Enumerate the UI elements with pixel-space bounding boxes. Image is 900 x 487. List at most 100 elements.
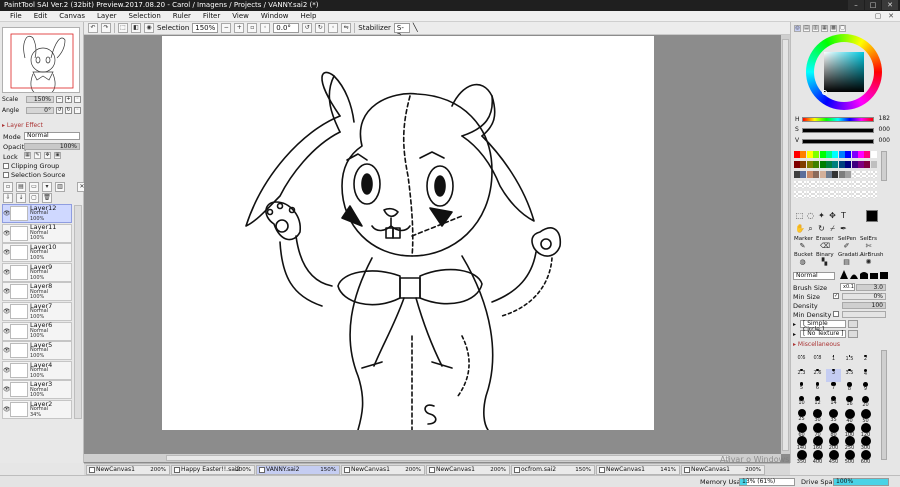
brush-size-preset[interactable]: 200 [826, 436, 841, 451]
palette-swatch[interactable] [813, 151, 820, 158]
palette-swatch[interactable] [794, 151, 800, 158]
palette-mode-icon[interactable]: ▦ [821, 25, 828, 32]
texture-expand-icon[interactable]: ▸ [793, 331, 796, 338]
selers-icon[interactable]: ✄ [864, 242, 873, 251]
eye-icon[interactable]: 👁 [3, 249, 11, 256]
brush-size-preset[interactable]: 300 [858, 436, 873, 451]
new-layer-set-icon[interactable]: ▤ [16, 182, 26, 192]
palette-swatch[interactable] [819, 151, 826, 158]
layer-row[interactable]: 👁 Layer4 Normal 100% [2, 360, 72, 380]
hue-slider[interactable] [802, 117, 874, 122]
selection-source-checkbox[interactable] [3, 172, 9, 178]
brush-size-preset[interactable]: 70 [810, 422, 825, 437]
document-tab[interactable]: Happy Easter!!.sai2 200% [171, 465, 255, 475]
clipping-group-checkbox[interactable] [3, 163, 9, 169]
miscellaneous-header[interactable]: ▸ Miscellaneous [793, 341, 840, 348]
edge-shape-2-icon[interactable] [850, 270, 858, 279]
brush-size-preset[interactable]: 450 [826, 449, 841, 464]
empty-palette-slot[interactable] [806, 181, 813, 188]
brush-size-preset[interactable]: 8 [842, 382, 857, 395]
brush-size-preset[interactable]: 120 [858, 422, 873, 437]
brush-size-preset[interactable]: 250 [842, 436, 857, 451]
palette-scrollbar[interactable] [881, 151, 887, 181]
toolbar-zoom-out-button[interactable]: − [221, 23, 232, 33]
selection-source-row[interactable]: Selection Source [3, 171, 65, 179]
empty-palette-slot[interactable] [870, 191, 877, 198]
palette-swatch[interactable] [870, 151, 877, 158]
palette-swatch[interactable] [845, 151, 852, 158]
layer-row[interactable]: 👁 Layer2 Normal 34% [2, 400, 72, 419]
merge-down-icon[interactable]: ⇩ [3, 193, 13, 203]
empty-palette-slot[interactable] [800, 191, 807, 198]
palette-swatch[interactable] [800, 151, 807, 158]
palette-swatch[interactable] [851, 151, 858, 158]
empty-palette-slot[interactable] [851, 171, 858, 178]
empty-palette-slot[interactable] [819, 191, 826, 198]
new-pen-layer-icon[interactable]: ▥ [55, 182, 65, 192]
clear-layer-icon[interactable]: ▢ [29, 193, 39, 203]
lock-all-icon[interactable]: ▣ [54, 152, 61, 159]
brush-shape-strength[interactable] [848, 320, 858, 328]
brush-size-preset[interactable]: 9 [858, 382, 873, 395]
brush-size-preset[interactable]: 160 [810, 436, 825, 451]
eye-icon[interactable]: 👁 [3, 230, 11, 237]
palette-swatch[interactable] [864, 161, 871, 168]
brush-size-preset[interactable]: 1.5 [842, 355, 857, 368]
transfer-down-icon[interactable]: ↓ [16, 193, 26, 203]
brush-size-preset[interactable]: 16 [842, 395, 857, 409]
menu-help[interactable]: Help [295, 11, 321, 21]
brush-size-preset[interactable]: 12 [810, 395, 825, 409]
brush-size-preset[interactable]: 140 [794, 436, 809, 451]
brush-size-preset[interactable]: 0.6 [794, 355, 809, 368]
blend-mode-select[interactable]: Normal [24, 132, 80, 140]
saturation-slider[interactable] [802, 128, 874, 133]
document-tab[interactable]: NewCanvas1 200% [341, 465, 425, 475]
palette-swatch[interactable] [858, 161, 864, 168]
empty-palette-slot[interactable] [858, 191, 864, 198]
empty-palette-slot[interactable] [845, 191, 852, 198]
empty-palette-slot[interactable] [826, 181, 832, 188]
toolbar-rotate-reset-button[interactable]: ◦ [328, 23, 339, 33]
lock-transparency-icon[interactable]: ▦ [24, 152, 31, 159]
eye-icon[interactable]: 👁 [3, 367, 11, 374]
document-tab[interactable]: NewCanvas1 200% [86, 465, 170, 475]
menu-layer[interactable]: Layer [92, 11, 122, 21]
toolbar-rotate-right-button[interactable]: ↻ [315, 23, 326, 33]
empty-palette-slot[interactable] [826, 191, 832, 198]
edge-shape-4-icon[interactable] [870, 270, 878, 279]
layer-row[interactable]: 👁 Layer8 Normal 100% [2, 282, 72, 302]
magic-wand-icon[interactable]: ✦ [817, 211, 826, 220]
palette-swatch[interactable] [838, 151, 845, 158]
shape-expand-icon[interactable]: ▸ [793, 321, 796, 328]
document-tab[interactable]: NewCanvas1 200% [681, 465, 765, 475]
menu-view[interactable]: View [227, 11, 254, 21]
palette-swatch[interactable] [832, 171, 839, 178]
eraser-icon[interactable]: ⌫ [820, 242, 830, 251]
scale-slider[interactable]: 150% [26, 95, 54, 103]
palette-swatch[interactable] [845, 161, 852, 168]
gradation-icon[interactable]: ▤ [842, 258, 851, 267]
brush-size-preset[interactable]: 3 [826, 368, 841, 382]
edge-shape-1-icon[interactable] [840, 270, 848, 279]
toolbar-rotate-left-button[interactable]: ↺ [302, 23, 313, 33]
toolbar-zoom-in-button[interactable]: + [234, 23, 245, 33]
scratchpad-mode-icon[interactable]: ▢ [839, 25, 846, 32]
eye-icon[interactable]: 👁 [3, 406, 11, 413]
flip-horizontal-icon[interactable]: ⇋ [341, 23, 352, 33]
color-picker-cursor[interactable] [822, 90, 827, 95]
palette-swatch[interactable] [826, 151, 832, 158]
zoom-field[interactable]: 150% [192, 23, 219, 33]
layer-row[interactable]: 👁 Layer7 Normal 100% [2, 302, 72, 321]
empty-palette-slot[interactable] [851, 181, 858, 188]
brush-size-preset[interactable]: 35 [826, 409, 841, 423]
min-size-slider[interactable]: 0% [842, 293, 886, 300]
document-tab[interactable]: NewCanvas1 200% [426, 465, 510, 475]
lasso-icon[interactable]: ◌ [806, 211, 815, 220]
value-slider[interactable] [802, 139, 874, 144]
brush-shape-select[interactable]: [ Simple Circle ] [800, 320, 846, 333]
brush-size-preset[interactable]: 6 [810, 382, 825, 395]
brush-size-preset[interactable]: 60 [794, 422, 809, 437]
brush-size-preset[interactable]: 500 [842, 449, 857, 464]
deselect-icon[interactable]: ⬚ [118, 23, 128, 33]
brush-texture-strength[interactable] [848, 330, 858, 338]
